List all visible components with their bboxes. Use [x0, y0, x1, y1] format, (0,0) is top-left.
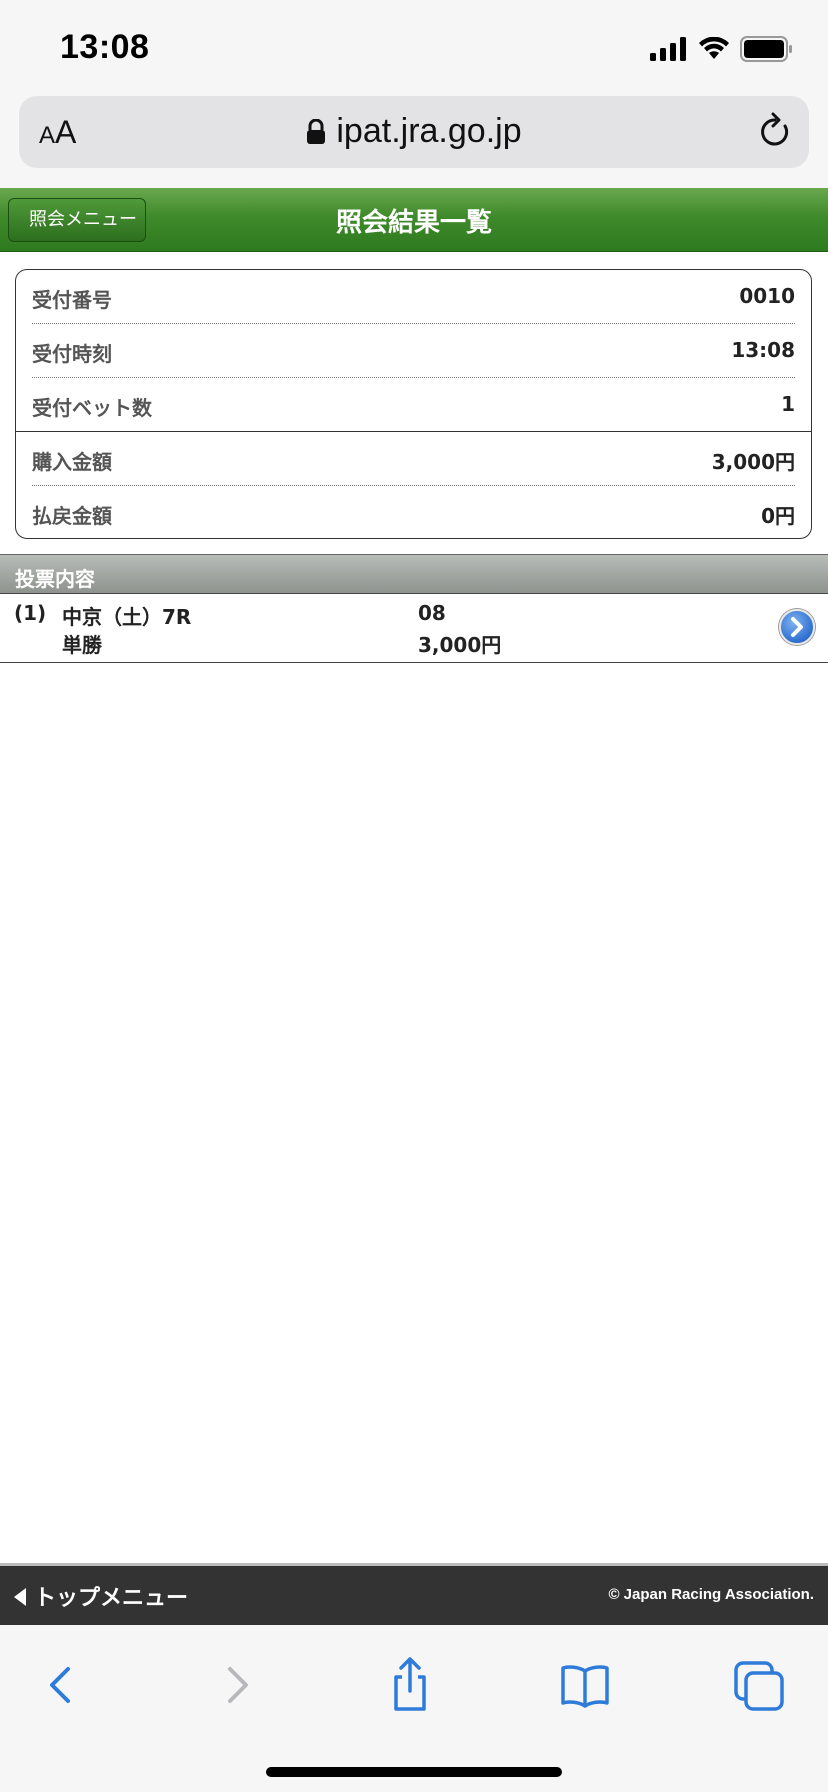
receipt-number-row: 受付番号 0010 — [32, 284, 795, 312]
payout-amount-row: 払戻金額 0円 — [32, 504, 795, 528]
page-title: 照会結果一覧 — [335, 208, 492, 238]
reload-icon[interactable] — [757, 112, 793, 152]
vote-content-header: 投票内容 — [0, 554, 828, 594]
page-header: 照会メニュー 照会結果一覧 — [0, 188, 828, 252]
chevron-right-icon[interactable] — [779, 609, 815, 645]
footer-bar: トップメニュー © Japan Racing Association. — [0, 1563, 828, 1625]
home-indicator[interactable] — [266, 1767, 562, 1777]
battery-icon — [740, 36, 792, 62]
url-field[interactable]: ipat.jra.go.jp — [19, 112, 809, 151]
vote-race: 中京（土）7R — [62, 605, 192, 629]
vote-amount: 3,000円 — [418, 633, 502, 657]
status-bar: 13:08 — [0, 0, 828, 96]
forward-icon[interactable] — [206, 1655, 266, 1715]
purchase-amount-row: 購入金額 3,000円 — [32, 450, 795, 474]
vote-selection: 08 — [418, 601, 446, 625]
back-icon[interactable] — [32, 1655, 92, 1715]
summary-box: 受付番号 0010 受付時刻 13:08 受付ベット数 1 購入金額 3,000… — [15, 269, 812, 539]
status-icons — [650, 36, 794, 62]
vote-index: (1) — [14, 601, 47, 625]
bet-count-row: 受付ベット数 1 — [32, 392, 795, 420]
receipt-time-row: 受付時刻 13:08 — [32, 338, 795, 366]
tabs-icon[interactable] — [730, 1655, 790, 1715]
wifi-icon — [699, 37, 729, 59]
browser-chrome: AA ipat.jra.go.jp — [0, 96, 828, 188]
triangle-left-icon — [14, 1588, 26, 1606]
lock-icon — [307, 119, 326, 144]
status-time: 13:08 — [60, 28, 150, 66]
url-text: ipat.jra.go.jp — [336, 112, 522, 150]
browser-toolbar — [0, 1625, 828, 1792]
copyright: © Japan Racing Association. — [608, 1586, 814, 1603]
vote-bet-type: 単勝 — [62, 633, 102, 657]
signal-icon — [650, 37, 686, 61]
bookmarks-icon[interactable] — [555, 1655, 615, 1715]
address-bar[interactable]: AA ipat.jra.go.jp — [19, 96, 809, 168]
share-icon[interactable] — [380, 1655, 440, 1715]
top-menu-link[interactable]: トップメニュー — [14, 1580, 188, 1612]
vote-item[interactable]: (1) 中京（土）7R 単勝 08 3,000円 — [0, 595, 828, 663]
